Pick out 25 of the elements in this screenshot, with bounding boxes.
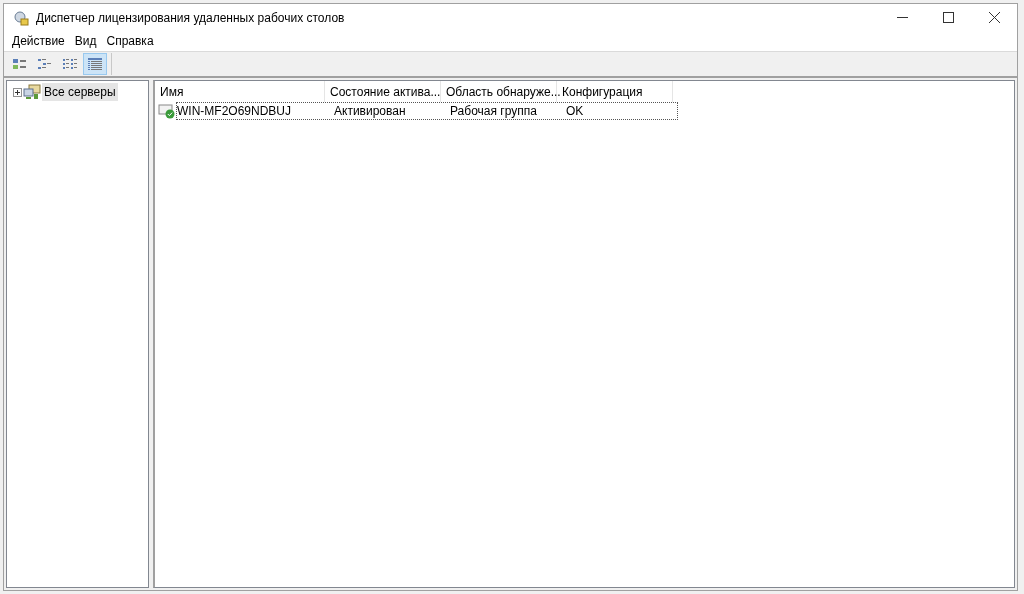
plus-icon	[14, 88, 21, 96]
menu-item[interactable]: Вид	[74, 32, 97, 50]
list-view-icon	[62, 57, 78, 71]
table-cell-text: OK	[565, 103, 585, 120]
details-view-icon	[87, 57, 103, 71]
column-header[interactable]: Состояние актива...	[325, 81, 441, 102]
large-icons-icon	[12, 57, 28, 71]
column-header[interactable]: Имя	[155, 81, 325, 102]
app-icon	[13, 9, 29, 26]
view-button[interactable]	[83, 53, 107, 75]
table-row[interactable]: WIN-MF2O69NDBUJ Активирован Рабочая группа OK	[176, 102, 678, 120]
table-cell-text: WIN-MF2O69NDBUJ	[177, 103, 292, 120]
expander-icon[interactable]	[13, 87, 22, 97]
menu-item[interactable]: Действие	[12, 32, 65, 50]
maximize-icon	[942, 12, 954, 23]
minimize-icon	[896, 16, 908, 19]
close-icon	[988, 12, 1000, 23]
server-group-icon	[23, 84, 41, 100]
menu-item[interactable]: Справка	[106, 32, 154, 50]
table-cell-text: Активирован	[333, 103, 407, 120]
small-icons-icon	[37, 57, 53, 71]
server-ok-icon	[158, 103, 176, 119]
window-title: Диспетчер лицензирования удаленных рабочих столов	[36, 9, 345, 27]
tree-item[interactable]: Все серверы	[42, 83, 118, 101]
table-cell-text: Рабочая группа	[449, 103, 538, 120]
